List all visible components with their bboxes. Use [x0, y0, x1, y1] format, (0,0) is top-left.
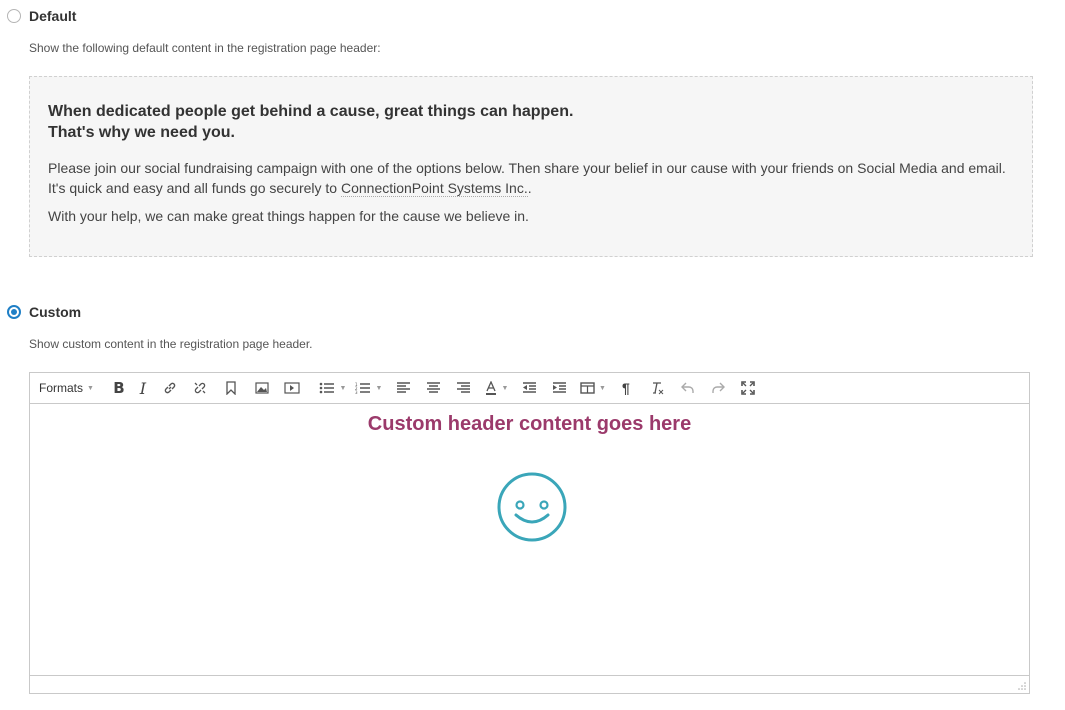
default-radio-label: Default [29, 8, 77, 24]
align-right-icon[interactable] [450, 376, 478, 400]
italic-icon[interactable]: I [132, 376, 154, 400]
show-blocks-icon[interactable]: ¶ [612, 376, 640, 400]
chevron-down-icon: ▼ [598, 384, 606, 392]
undo-icon[interactable] [674, 376, 702, 400]
align-left-icon[interactable] [390, 376, 418, 400]
media-icon[interactable] [278, 376, 306, 400]
bookmark-icon[interactable] [216, 376, 246, 400]
custom-radio-label: Custom [29, 304, 82, 320]
default-content-box: When dedicated people get behind a cause… [29, 76, 1033, 257]
default-paragraph-1: Please join our social fundraising campa… [48, 158, 1014, 198]
table-icon[interactable]: ▼ [576, 376, 610, 400]
default-headline: When dedicated people get behind a cause… [48, 101, 1014, 143]
custom-radio[interactable] [7, 305, 21, 319]
custom-hint: Show custom content in the registration … [29, 337, 313, 351]
text-color-icon[interactable]: ▼ [480, 376, 514, 400]
rich-text-editor: Formats ▼ B I ▼ 1 2 3 ▼ ▼ ▼ ¶ Custom hea… [29, 372, 1030, 694]
custom-radio-option[interactable]: Custom [7, 304, 81, 320]
editor-status-bar [30, 675, 1029, 693]
chevron-down-icon: ▼ [501, 384, 509, 392]
chevron-down-icon: ▼ [375, 384, 383, 392]
default-radio-option[interactable]: Default [7, 8, 76, 24]
default-radio[interactable] [7, 9, 21, 23]
redo-icon[interactable] [704, 376, 732, 400]
default-hint: Show the following default content in th… [29, 41, 381, 55]
paragraph-1-end: . [527, 180, 532, 196]
indent-icon[interactable] [546, 376, 574, 400]
formats-dropdown[interactable]: Formats ▼ [39, 376, 94, 400]
headline-line-2: That's why we need you. [48, 124, 235, 141]
numbered-list-icon[interactable]: 1 2 3 ▼ [350, 376, 388, 400]
chevron-down-icon: ▼ [87, 384, 94, 392]
organization-name: ConnectionPoint Systems Inc. [340, 180, 528, 197]
resize-handle-icon[interactable] [1017, 681, 1027, 691]
formats-label: Formats [39, 381, 84, 395]
align-center-icon[interactable] [420, 376, 448, 400]
outdent-icon[interactable] [516, 376, 544, 400]
bold-icon[interactable]: B [108, 376, 130, 400]
unlink-icon[interactable] [186, 376, 214, 400]
custom-header-heading: Custom header content goes here [367, 413, 692, 435]
default-paragraph-2: With your help, we can make great things… [48, 208, 529, 224]
link-icon[interactable] [156, 376, 184, 400]
bullet-list-icon[interactable]: ▼ [318, 376, 348, 400]
chevron-down-icon: ▼ [339, 384, 347, 392]
editor-toolbar: Formats ▼ B I ▼ 1 2 3 ▼ ▼ ▼ ¶ [30, 373, 1029, 404]
image-icon[interactable] [248, 376, 276, 400]
fullscreen-icon[interactable] [734, 376, 762, 400]
headline-line-1: When dedicated people get behind a cause… [48, 103, 574, 120]
smiley-icon [497, 472, 567, 542]
clear-format-icon[interactable] [642, 376, 672, 400]
editor-content-area[interactable]: Custom header content goes here [30, 404, 1029, 676]
svg-text:3: 3 [355, 390, 358, 394]
